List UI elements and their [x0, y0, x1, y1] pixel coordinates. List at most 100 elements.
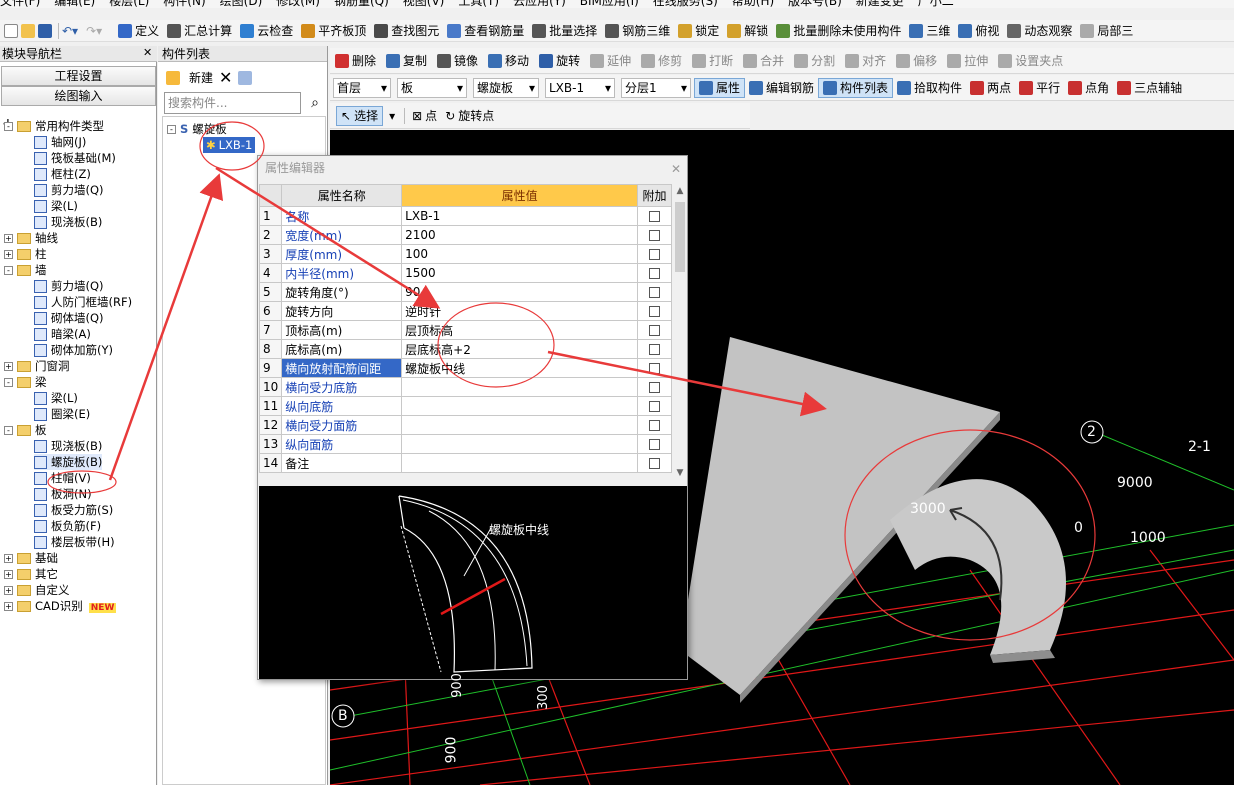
tree-folder[interactable]: -梁	[4, 374, 47, 390]
expand-icon[interactable]: +	[4, 234, 13, 243]
tree-item[interactable]: 圈梁(E)	[34, 406, 90, 422]
edit-button[interactable]: 旋转	[534, 52, 585, 69]
add-checkbox[interactable]	[637, 415, 672, 435]
property-row[interactable]: 13 纵向面筋	[258, 434, 672, 454]
add-checkbox[interactable]	[637, 453, 672, 473]
property-value[interactable]: 90	[401, 282, 638, 302]
tree-item[interactable]: 板受力筋(S)	[34, 502, 113, 518]
type-select[interactable]: 板 ▾	[397, 77, 467, 98]
property-row[interactable]: 7 顶标高(m) 层顶标高	[258, 320, 672, 340]
subtype-select[interactable]: 螺旋板 ▾	[473, 77, 539, 98]
edit-button[interactable]: 设置夹点	[993, 52, 1068, 69]
edit-button[interactable]: 复制	[381, 52, 432, 69]
tree-item[interactable]: 梁(L)	[34, 198, 78, 214]
toolbar-button[interactable]: 批量选择	[528, 21, 601, 41]
new-file-icon[interactable]	[4, 23, 18, 38]
component-toolbar-button[interactable]: 属性	[694, 77, 746, 98]
new-button[interactable]: 新建	[189, 69, 213, 86]
edit-button[interactable]: 对齐	[840, 52, 891, 69]
property-value[interactable]: 100	[401, 244, 638, 264]
add-checkbox[interactable]	[637, 339, 672, 359]
expand-icon[interactable]: +	[4, 250, 13, 259]
toolbar-button[interactable]: 动态观察	[1003, 21, 1076, 41]
tree-root-spiral-plate[interactable]: - S 螺旋板	[167, 121, 227, 137]
property-value[interactable]	[401, 453, 638, 473]
toolbar-button[interactable]: 锁定	[674, 21, 723, 41]
layer-select[interactable]: 分层1 ▾	[621, 77, 691, 98]
expand-icon[interactable]: -	[4, 122, 13, 131]
menu-item[interactable]: 绘图(D)	[220, 0, 263, 8]
menu-item[interactable]: 钢筋量(Q)	[334, 0, 389, 8]
component-toolbar-button[interactable]: 编辑钢筋	[745, 78, 818, 98]
property-row[interactable]: 4 内半径(mm) 1500	[258, 263, 672, 283]
tree-item[interactable]: 框柱(Z)	[34, 166, 91, 182]
select-button[interactable]: ↖ 选择	[336, 105, 384, 126]
copy-icon[interactable]	[238, 70, 253, 85]
edit-button[interactable]: 偏移	[891, 52, 942, 69]
tree-item[interactable]: 砌体加筋(Y)	[34, 342, 113, 358]
close-icon[interactable]: ✕	[143, 46, 152, 59]
menu-item[interactable]: 帮助(H)	[732, 0, 774, 8]
search-icon[interactable]: ⌕	[304, 92, 326, 114]
tree-item[interactable]: 现浇板(B)	[34, 438, 102, 454]
tree-item[interactable]: 筏板基础(M)	[34, 150, 116, 166]
component-toolbar-button[interactable]: 点角	[1064, 78, 1113, 98]
tree-item[interactable]: 轴网(J)	[34, 134, 86, 150]
property-value[interactable]: 螺旋板中线	[401, 358, 638, 378]
expand-icon[interactable]: +	[4, 602, 13, 611]
toolbar-button[interactable]: 俯视	[954, 21, 1003, 41]
property-row[interactable]: 2 宽度(mm) 2100	[258, 225, 672, 245]
tree-item[interactable]: 人防门框墙(RF)	[34, 294, 132, 310]
toolbar-button[interactable]: 钢筋三维	[601, 21, 674, 41]
tree-folder[interactable]: -板	[4, 422, 47, 438]
property-value[interactable]: 层底标高+2	[401, 339, 638, 359]
edit-button[interactable]: 修剪	[636, 52, 687, 69]
property-row[interactable]: 11 纵向底筋	[258, 396, 672, 416]
toolbar-button[interactable]: 定义	[114, 21, 163, 41]
add-checkbox[interactable]	[637, 358, 672, 378]
edit-button[interactable]: 打断	[687, 52, 738, 69]
property-row[interactable]: 6 旋转方向 逆时针	[258, 301, 672, 321]
edit-button[interactable]: 拉伸	[942, 52, 993, 69]
tree-item[interactable]: 板洞(N)	[34, 486, 92, 502]
toolbar-button[interactable]: 平齐板顶	[297, 21, 370, 41]
tree-item-lxb1[interactable]: ✱ LXB-1	[203, 137, 256, 153]
component-select[interactable]: LXB-1 ▾	[545, 77, 615, 98]
toolbar-button[interactable]: 解锁	[723, 21, 772, 41]
expand-icon[interactable]: -	[4, 266, 13, 275]
tree-item[interactable]: 砌体墙(Q)	[34, 310, 104, 326]
property-row[interactable]: 1 名称 LXB-1	[258, 206, 672, 226]
menu-item[interactable]: 工具(T)	[458, 0, 499, 8]
property-value[interactable]	[401, 377, 638, 397]
tree-item[interactable]: 楼层板带(H)	[34, 534, 115, 550]
expand-icon[interactable]: +	[4, 570, 13, 579]
toolbar-button[interactable]: 云检查	[236, 21, 297, 41]
delete-icon[interactable]: ✕	[219, 68, 232, 87]
tree-folder[interactable]: + 轴线	[4, 230, 58, 246]
component-toolbar-button[interactable]: 平行	[1015, 78, 1064, 98]
property-value[interactable]	[401, 415, 638, 435]
property-value[interactable]: 1500	[401, 263, 638, 283]
menu-item[interactable]: 视图(V)	[403, 0, 445, 8]
property-value[interactable]: LXB-1	[401, 206, 638, 226]
menu-item[interactable]: 楼层(L)	[109, 0, 149, 8]
property-row[interactable]: 5 旋转角度(°) 90	[258, 282, 672, 302]
edit-button[interactable]: 合并	[738, 52, 789, 69]
edit-button[interactable]: 删除	[330, 52, 381, 69]
tree-item[interactable]: 剪力墙(Q)	[34, 278, 104, 294]
tree-item[interactable]: 柱帽(V)	[34, 470, 91, 486]
edit-button[interactable]: 移动	[483, 52, 534, 69]
property-row[interactable]: 14 备注	[258, 453, 672, 473]
menu-item[interactable]: 广小二	[918, 0, 954, 8]
expand-icon[interactable]: +	[4, 362, 13, 371]
tree-folder[interactable]: -墙	[4, 262, 47, 278]
component-search-input[interactable]: 搜索构件...	[164, 92, 301, 114]
tree-folder[interactable]: + 基础	[4, 550, 58, 566]
menu-item[interactable]: 在线服务(S)	[653, 0, 718, 8]
expand-icon[interactable]: +	[4, 586, 13, 595]
scrollbar[interactable]: ▲ ▼	[673, 186, 687, 478]
property-row[interactable]: 9 横向放射配筋间距 螺旋板中线	[258, 358, 672, 378]
rotate-point-button[interactable]: ↻ 旋转点	[441, 107, 498, 124]
toolbar-button[interactable]: 三维	[905, 21, 954, 41]
expand-icon[interactable]: -	[4, 378, 13, 387]
